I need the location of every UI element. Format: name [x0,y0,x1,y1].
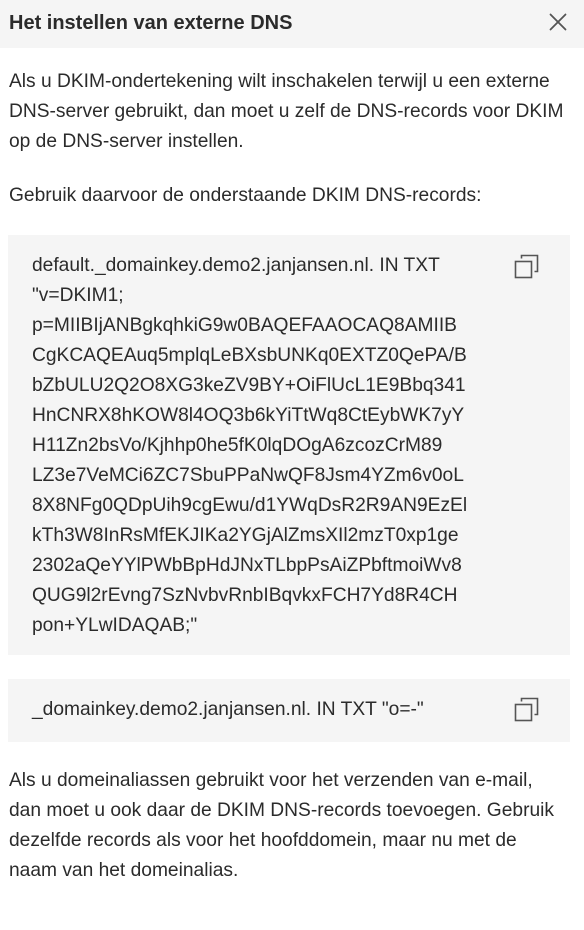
dkim-record-text[interactable]: default._domainkey.demo2.janjansen.nl. I… [32,251,510,641]
dkim-record-box: default._domainkey.demo2.janjansen.nl. I… [8,235,570,655]
policy-record-box: _domainkey.demo2.janjansen.nl. IN TXT "o… [8,679,570,742]
dns-dialog: Het instellen van externe DNS Als u DKIM… [0,0,584,930]
intro-text: Als u DKIM-ondertekening wilt inschakele… [9,71,564,152]
copy-policy-button[interactable] [514,697,540,723]
aliases-text: Als u domeinaliassen gebruikt voor het v… [9,770,554,881]
policy-record-text[interactable]: _domainkey.demo2.janjansen.nl. IN TXT "o… [32,695,510,725]
records-instruction: Gebruik daarvoor de onderstaande DKIM DN… [9,185,482,206]
copy-icon [514,697,539,722]
dialog-header: Het instellen van externe DNS [0,0,584,48]
close-button[interactable] [544,8,572,36]
close-icon [549,13,567,31]
copy-record-button[interactable] [514,254,540,280]
copy-icon [514,254,539,279]
dialog-title: Het instellen van externe DNS [9,12,293,34]
